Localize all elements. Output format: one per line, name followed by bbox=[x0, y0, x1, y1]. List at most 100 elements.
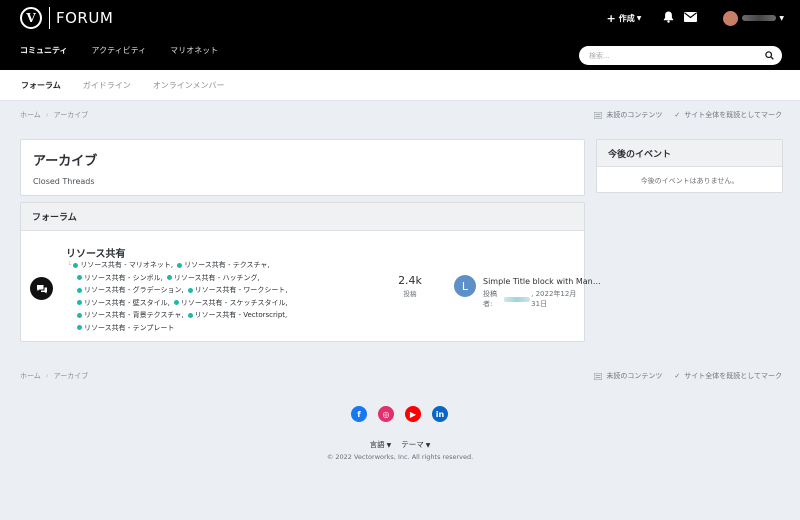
sub-nav: フォーラム ガイドライン オンラインメンバー bbox=[0, 70, 800, 101]
last-poster-avatar[interactable]: L bbox=[454, 275, 476, 297]
social-links: f ◎ ▶ in bbox=[351, 406, 448, 422]
subforum-label: リソース共有 - テンプレート bbox=[84, 323, 175, 332]
subforum-label: リソース共有 - 壁スタイル, bbox=[84, 298, 170, 307]
subnav-forums[interactable]: フォーラム bbox=[21, 80, 61, 91]
subforum-link[interactable]: リソース共有 - テンプレート bbox=[77, 322, 174, 335]
theme-selector[interactable]: テーマ ▼ bbox=[401, 439, 430, 450]
posted-by-label: 投稿者: bbox=[483, 290, 497, 308]
subforum-link[interactable]: リソース共有 - シンボル, bbox=[77, 272, 163, 285]
search-box bbox=[579, 46, 782, 65]
site-logo[interactable]: V FORUM bbox=[20, 6, 113, 30]
unread-dot-icon bbox=[77, 287, 82, 293]
subforum-label: リソース共有 - 背景テクスチャ, bbox=[84, 311, 184, 319]
logo-divider bbox=[49, 7, 50, 29]
subforum-label: リソース共有 - ハッチング, bbox=[173, 273, 260, 282]
copyright-text: © 2022 Vectorworks, Inc. All rights rese… bbox=[326, 453, 474, 461]
unread-dot-icon bbox=[177, 262, 183, 268]
unread-label: 未読のコンテンツ bbox=[606, 372, 663, 380]
page-subtitle: Closed Threads bbox=[33, 177, 95, 186]
breadcrumb-home[interactable]: ホーム bbox=[20, 371, 41, 381]
linkedin-icon[interactable]: in bbox=[432, 406, 448, 422]
unread-label: 未読のコンテンツ bbox=[606, 111, 663, 119]
instagram-icon[interactable]: ◎ bbox=[378, 406, 394, 422]
user-avatar[interactable] bbox=[723, 10, 739, 26]
subforum-link[interactable]: リソース共有 - ハッチング, bbox=[166, 272, 260, 285]
subforum-link[interactable]: リソース共有 - ワークシート, bbox=[187, 284, 288, 297]
subnav-guidelines[interactable]: ガイドライン bbox=[83, 80, 131, 91]
unread-dot-icon bbox=[77, 325, 82, 331]
plus-icon: + bbox=[606, 11, 616, 25]
breadcrumb-current[interactable]: アーカイブ bbox=[54, 371, 89, 381]
list-icon bbox=[594, 111, 603, 119]
subforum-link[interactable]: リソース共有 - 背景テクスチャ, bbox=[77, 309, 184, 322]
mark-site-read-link[interactable]: ✓ サイト全体を既読としてマーク bbox=[674, 371, 782, 381]
subforum-label: リソース共有 - Vectorscript, bbox=[194, 311, 288, 319]
tree-connector: └ bbox=[67, 261, 72, 269]
create-label: 作成 bbox=[618, 13, 635, 23]
facebook-icon[interactable]: f bbox=[351, 406, 367, 422]
subnav-online-members[interactable]: オンラインメンバー bbox=[153, 80, 225, 91]
messages-button[interactable] bbox=[684, 12, 698, 24]
chat-bubbles-icon bbox=[36, 284, 47, 293]
forum-post-stats: 2.4k 投稿 bbox=[397, 274, 423, 298]
mark-read-label: サイト全体を既読としてマーク bbox=[684, 372, 782, 380]
forum-section-title: フォーラム bbox=[21, 203, 584, 231]
breadcrumb-current[interactable]: アーカイブ bbox=[54, 110, 89, 120]
chevron-right-icon: › bbox=[45, 372, 49, 380]
unread-content-link[interactable]: 未読のコンテンツ bbox=[594, 110, 662, 120]
check-icon: ✓ bbox=[674, 372, 681, 380]
search-input[interactable] bbox=[589, 51, 765, 60]
subforum-link[interactable]: リソース共有 - スケッチスタイル, bbox=[173, 297, 288, 310]
theme-label: テーマ bbox=[401, 440, 424, 449]
create-button[interactable]: + 作成 ▼ bbox=[607, 12, 642, 25]
top-header: V FORUM + 作成 ▼ ▼ コミュニティ アクティビティ マリオネット bbox=[0, 0, 800, 70]
post-count-label: 投稿 bbox=[403, 290, 417, 298]
bell-icon bbox=[664, 11, 674, 23]
breadcrumb-home[interactable]: ホーム bbox=[20, 110, 41, 120]
subforum-link[interactable]: リソース共有 - Vectorscript, bbox=[187, 309, 288, 322]
youtube-icon[interactable]: ▶ bbox=[405, 406, 421, 422]
post-count: 2.4k bbox=[398, 274, 422, 287]
language-label: 言語 bbox=[369, 440, 385, 449]
unread-content-link[interactable]: 未読のコンテンツ bbox=[594, 371, 662, 381]
breadcrumb-bottom: ホーム › アーカイブ 未読のコンテンツ ✓ サイト全体を既読としてマーク bbox=[20, 370, 782, 382]
nav-marionette[interactable]: マリオネット bbox=[170, 45, 218, 56]
events-empty-message: 今後のイベントはありません。 bbox=[640, 177, 739, 185]
mark-site-read-link[interactable]: ✓ サイト全体を既読としてマーク bbox=[674, 110, 782, 120]
forum-section-card: フォーラム リソース共有 └ リソース共有 - マリオネット, リソース共有 -… bbox=[20, 202, 601, 342]
main-nav: コミュニティ アクティビティ マリオネット bbox=[20, 45, 242, 56]
user-menu-caret-icon[interactable]: ▼ bbox=[779, 15, 784, 22]
logo-text: FORUM bbox=[56, 9, 114, 27]
subforum-link[interactable]: リソース共有 - 壁スタイル, bbox=[77, 297, 170, 310]
search-icon[interactable] bbox=[765, 51, 774, 60]
subforum-label: リソース共有 - シンボル, bbox=[84, 273, 163, 282]
mark-read-label: サイト全体を既読としてマーク bbox=[684, 111, 782, 119]
subforum-link[interactable]: リソース共有 - マリオネット, bbox=[73, 259, 173, 272]
unread-dot-icon bbox=[77, 300, 82, 306]
language-selector[interactable]: 言語 ▼ bbox=[370, 439, 392, 450]
subforum-link[interactable]: リソース共有 - グラデーション, bbox=[77, 284, 184, 297]
last-post-title-link[interactable]: Simple Title block with Manual Input bbox=[483, 277, 601, 286]
subforum-label: リソース共有 - ワークシート, bbox=[194, 286, 288, 294]
unread-dot-icon bbox=[166, 275, 172, 281]
nav-activity[interactable]: アクティビティ bbox=[92, 45, 147, 56]
page-header-card: アーカイブ Closed Threads bbox=[20, 139, 585, 196]
breadcrumb: ホーム › アーカイブ bbox=[20, 110, 88, 120]
last-post-meta: 投稿者: , 2022年12月31日 bbox=[483, 289, 584, 309]
last-poster-name-redacted[interactable] bbox=[504, 296, 531, 302]
username-redacted[interactable] bbox=[742, 15, 777, 21]
forum-row-icon bbox=[30, 277, 53, 300]
notifications-button[interactable] bbox=[663, 11, 674, 25]
last-post-date: , 2022年12月31日 bbox=[531, 290, 577, 308]
unread-dot-icon bbox=[173, 300, 179, 306]
footer-links: 言語 ▼ テーマ ▼ bbox=[0, 439, 800, 450]
vectorworks-logo-icon: V bbox=[20, 7, 42, 29]
nav-community[interactable]: コミュニティ bbox=[20, 45, 68, 56]
page-title: アーカイブ bbox=[33, 154, 98, 169]
upcoming-events-widget: 今後のイベント 今後のイベントはありません。 bbox=[596, 139, 783, 193]
envelope-icon bbox=[684, 12, 698, 22]
subforum-link[interactable]: リソース共有 - テクスチャ, bbox=[177, 259, 270, 272]
subforum-label: リソース共有 - スケッチスタイル, bbox=[180, 298, 288, 307]
forum-title-link[interactable]: リソース共有 bbox=[66, 245, 126, 260]
check-icon: ✓ bbox=[674, 111, 681, 119]
